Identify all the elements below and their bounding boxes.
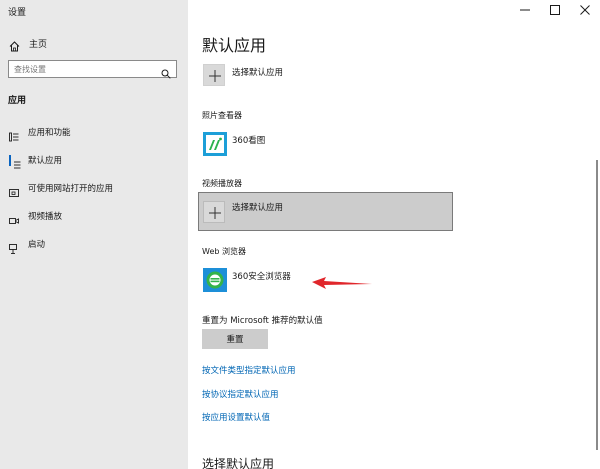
search-box[interactable] bbox=[8, 60, 177, 79]
home-icon bbox=[9, 37, 20, 52]
sidebar-item-default-apps[interactable]: 默认应用 bbox=[0, 150, 188, 170]
settings-window: 设置 主页 应用 bbox=[0, 0, 600, 469]
maximize-button[interactable] bbox=[540, 0, 570, 20]
section-label-apps: 应用 bbox=[8, 96, 27, 106]
360-image-viewer-icon bbox=[203, 132, 227, 156]
sidebar-item-websites-apps[interactable]: 可使用网站打开的应用 bbox=[0, 178, 188, 198]
main-content: 默认应用 选择默认应用 照片查看器 360看图 视频播放器 选择默认应用 Web… bbox=[188, 0, 600, 469]
startup-icon bbox=[9, 239, 19, 254]
default-apps-icon bbox=[13, 155, 23, 169]
choose-default-app-label: 选择默认应用 bbox=[232, 68, 284, 78]
reset-label: 重置为 Microsoft 推荐的默认值 bbox=[202, 316, 323, 326]
plus-icon bbox=[209, 207, 221, 219]
maximize-icon bbox=[550, 5, 560, 15]
page-title: 默认应用 bbox=[202, 36, 267, 55]
sidebar-item-apps-features[interactable]: 应用和功能 bbox=[0, 122, 188, 142]
close-button[interactable] bbox=[570, 0, 600, 20]
video-player-group-label: 视频播放器 bbox=[202, 179, 242, 188]
sidebar-item-label: 启动 bbox=[28, 240, 46, 250]
sidebar-item-label: 视频播放 bbox=[28, 212, 63, 222]
sidebar: 设置 主页 应用 bbox=[0, 0, 188, 469]
selection-indicator bbox=[9, 155, 11, 166]
sidebar-item-label: 可使用网站打开的应用 bbox=[28, 184, 114, 194]
search-icon[interactable] bbox=[161, 64, 171, 79]
search-input[interactable] bbox=[14, 62, 154, 76]
video-player-app-name: 选择默认应用 bbox=[232, 203, 284, 213]
link-by-protocol[interactable]: 按协议指定默认应用 bbox=[202, 388, 279, 400]
reset-button[interactable]: 重置 bbox=[202, 329, 268, 349]
360-browser-icon bbox=[203, 268, 227, 292]
window-controls bbox=[510, 0, 600, 20]
sidebar-item-video[interactable]: 视频播放 bbox=[0, 206, 188, 226]
scrollbar[interactable] bbox=[596, 160, 598, 450]
bottom-section-heading: 选择默认应用 bbox=[202, 457, 275, 469]
minimize-button[interactable] bbox=[510, 0, 540, 20]
home-label: 主页 bbox=[29, 40, 48, 50]
web-browser-group-label: Web 浏览器 bbox=[202, 247, 246, 256]
apps-list-icon bbox=[9, 127, 19, 142]
link-by-file-type[interactable]: 按文件类型指定默认应用 bbox=[202, 364, 296, 376]
websites-apps-icon bbox=[9, 183, 19, 197]
sidebar-item-startup[interactable]: 启动 bbox=[0, 234, 188, 254]
link-by-app[interactable]: 按应用设置默认值 bbox=[202, 411, 270, 423]
window-title: 设置 bbox=[8, 8, 27, 18]
annotation-arrow-icon bbox=[312, 277, 372, 289]
sidebar-item-label: 应用和功能 bbox=[28, 128, 71, 138]
photo-viewer-group-label: 照片查看器 bbox=[202, 111, 242, 120]
photo-viewer-app-name: 360看图 bbox=[232, 136, 266, 146]
close-icon bbox=[580, 5, 590, 15]
plus-tile bbox=[203, 201, 225, 223]
web-browser-app-name: 360安全浏览器 bbox=[232, 272, 291, 282]
sidebar-item-label: 默认应用 bbox=[28, 156, 63, 166]
video-player-row[interactable]: 选择默认应用 bbox=[198, 192, 453, 231]
video-icon bbox=[9, 211, 19, 224]
plus-icon bbox=[209, 70, 221, 82]
minimize-icon bbox=[520, 9, 530, 11]
plus-tile[interactable] bbox=[203, 64, 225, 86]
sidebar-item-home[interactable]: 主页 bbox=[0, 34, 188, 52]
